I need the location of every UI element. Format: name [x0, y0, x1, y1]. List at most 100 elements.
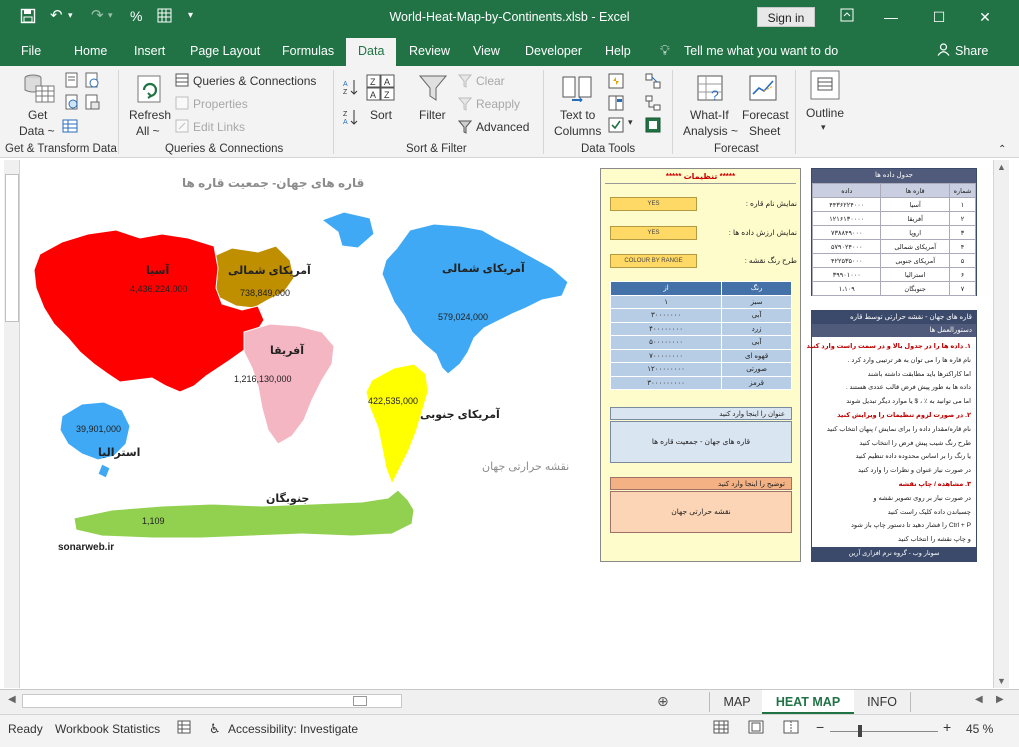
forecast-sheet-icon[interactable] — [748, 74, 778, 107]
share-icon[interactable] — [937, 43, 950, 59]
outline-button[interactable]: Outline — [806, 106, 844, 120]
sheet-tab-heat-map[interactable]: HEAT MAP — [762, 690, 854, 714]
tab-insert[interactable]: Insert — [134, 44, 165, 58]
continent-south-america[interactable] — [365, 363, 429, 486]
table-row[interactable]: ۴۴۳۶۲۲۴۰۰۰ آسیا ۱ — [811, 197, 977, 212]
cell-data[interactable]: ۵۷۹۰۲۴۰۰۰ — [811, 239, 882, 254]
page-break-view-icon[interactable] — [783, 720, 799, 737]
clear-filter-icon[interactable] — [457, 74, 473, 91]
range-from[interactable]: ۳۰۰۰۰۰۰۰۰۰ — [609, 375, 723, 390]
hscroll-thumb[interactable] — [353, 696, 367, 706]
share-button[interactable]: Share — [955, 44, 988, 58]
cell-continent[interactable]: آمریکای جنوبی — [880, 253, 950, 268]
get-data-label-2[interactable]: Data ~ — [19, 124, 55, 138]
tab-page-layout[interactable]: Page Layout — [190, 44, 260, 58]
cell-number[interactable]: ۲ — [948, 211, 977, 226]
cell-number[interactable]: ۵ — [948, 253, 977, 268]
zoom-in-icon[interactable]: + — [943, 719, 951, 735]
normal-view-icon[interactable] — [713, 720, 729, 737]
cell-number[interactable]: ۴ — [948, 239, 977, 254]
tab-developer[interactable]: Developer — [525, 44, 582, 58]
cell-data[interactable]: ۳۹۹۰۱۰۰۰ — [811, 267, 882, 282]
edit-links-button[interactable]: Edit Links — [193, 120, 245, 134]
continent-north-america[interactable] — [320, 211, 569, 375]
table-row[interactable]: ۷۰۰۰۰۰۰۰۰ قهوه ای — [609, 348, 792, 363]
cell-number[interactable]: ۱ — [948, 197, 977, 212]
scroll-down-icon[interactable]: ▼ — [997, 676, 1006, 686]
properties-icon[interactable] — [175, 96, 189, 113]
zoom-slider-thumb[interactable] — [858, 725, 862, 737]
collapse-ribbon-icon[interactable]: ⌃ — [998, 144, 1006, 155]
cell-data[interactable]: ۴۴۳۶۲۲۴۰۰۰ — [811, 197, 882, 212]
range-from[interactable]: ۴۰۰۰۰۰۰۰۰ — [609, 321, 723, 336]
cell-continent[interactable]: استرالیا — [880, 267, 950, 282]
refresh-all-icon[interactable] — [134, 74, 166, 109]
table-row[interactable]: ۵۷۹۰۲۴۰۰۰ آمریکای شمالی ۴ — [811, 239, 977, 254]
range-color[interactable]: قهوه ای — [721, 348, 792, 363]
table-row[interactable]: ۴۲۲۵۳۵۰۰۰ آمریکای جنوبی ۵ — [811, 253, 977, 268]
tab-review[interactable]: Review — [409, 44, 450, 58]
filter-icon[interactable] — [418, 74, 448, 105]
consolidate-icon[interactable] — [645, 73, 661, 92]
properties-button[interactable]: Properties — [193, 97, 248, 111]
table-row[interactable]: ۳۰۰۰۰۰۰۰۰۰ قرمز — [609, 375, 792, 390]
refresh-all-label-2[interactable]: All ~ — [136, 124, 160, 138]
scroll-up-icon[interactable]: ▲ — [997, 162, 1006, 172]
sort-ascending-icon[interactable]: AZ — [343, 78, 359, 99]
advanced-button[interactable]: Advanced — [476, 120, 529, 134]
cell-data[interactable]: ۱۲۱۶۱۳۰۰۰۰ — [811, 211, 882, 226]
range-from[interactable]: ۱ — [609, 294, 723, 309]
show-value-select[interactable]: YES — [610, 226, 697, 240]
ribbon-display-options-icon[interactable] — [832, 6, 862, 28]
tab-view[interactable]: View — [473, 44, 500, 58]
table-row[interactable]: ۴۰۰۰۰۰۰۰۰ زرد — [609, 321, 792, 336]
flash-fill-icon[interactable] — [608, 73, 624, 92]
workbook-statistics-button[interactable]: Workbook Statistics — [55, 722, 160, 736]
zoom-slider[interactable] — [830, 731, 938, 732]
table-row[interactable]: ۱ سبز — [609, 294, 792, 309]
show-name-select[interactable]: YES — [610, 197, 697, 211]
sheet-tab-info[interactable]: INFO — [858, 690, 906, 714]
cell-continent[interactable]: آسیا — [880, 197, 950, 212]
forecast-sheet-label-2[interactable]: Sheet — [749, 124, 780, 138]
cell-data[interactable]: ۱،۱۰۹ — [811, 281, 882, 296]
zoom-level[interactable]: 45 % — [966, 722, 993, 736]
cell-continent[interactable]: اروپا — [880, 225, 950, 240]
queries-connections-icon[interactable] — [175, 73, 189, 90]
sign-in-button[interactable]: Sign in — [757, 7, 815, 27]
percent-style-icon[interactable]: % — [130, 8, 142, 24]
existing-connections-icon[interactable] — [84, 94, 100, 113]
undo-icon[interactable]: ↶ — [50, 6, 63, 24]
forecast-sheet-label-1[interactable]: Forecast — [742, 108, 789, 122]
continent-antarctica[interactable] — [73, 489, 415, 539]
cell-continent[interactable]: جنوبگان — [880, 281, 950, 296]
color-scheme-select[interactable]: COLOUR BY RANGE — [610, 254, 697, 268]
manage-data-model-icon[interactable] — [645, 117, 661, 136]
range-from[interactable]: ۷۰۰۰۰۰۰۰۰ — [609, 348, 723, 363]
what-if-analysis-icon[interactable]: ? — [696, 74, 726, 107]
scroll-left-icon[interactable]: ◀ — [8, 694, 16, 705]
range-from[interactable]: ۱۲۰۰۰۰۰۰۰۰ — [609, 362, 723, 377]
tab-file[interactable]: File — [21, 44, 41, 58]
text-to-columns-label-2[interactable]: Columns — [554, 124, 601, 138]
horizontal-scrollbar[interactable] — [22, 694, 402, 708]
tab-help[interactable]: Help — [605, 44, 631, 58]
continent-europe[interactable] — [211, 245, 295, 309]
data-validation-icon[interactable] — [608, 117, 624, 136]
vertical-scrollbar-thumb[interactable] — [5, 174, 19, 322]
range-color[interactable]: آبی — [721, 308, 792, 323]
queries-connections-button[interactable]: Queries & Connections — [193, 74, 316, 88]
table-format-icon[interactable] — [157, 8, 172, 27]
hscroll-left-icon[interactable]: ◀ — [975, 694, 983, 705]
continent-africa[interactable] — [243, 323, 335, 445]
clear-button[interactable]: Clear — [476, 74, 505, 88]
cell-number[interactable]: ۷ — [948, 281, 977, 296]
workbook-statistics-icon[interactable] — [177, 720, 191, 737]
from-web-icon[interactable] — [64, 94, 80, 113]
range-from[interactable]: ۵۰۰۰۰۰۰۰۰ — [609, 335, 723, 350]
description-input-box[interactable]: نقشه حرارتی جهان — [610, 491, 792, 533]
from-text-csv-icon[interactable] — [64, 72, 80, 91]
sort-button[interactable]: Sort — [370, 108, 392, 122]
recent-sources-icon[interactable] — [84, 72, 100, 91]
text-to-columns-icon[interactable] — [562, 74, 592, 105]
